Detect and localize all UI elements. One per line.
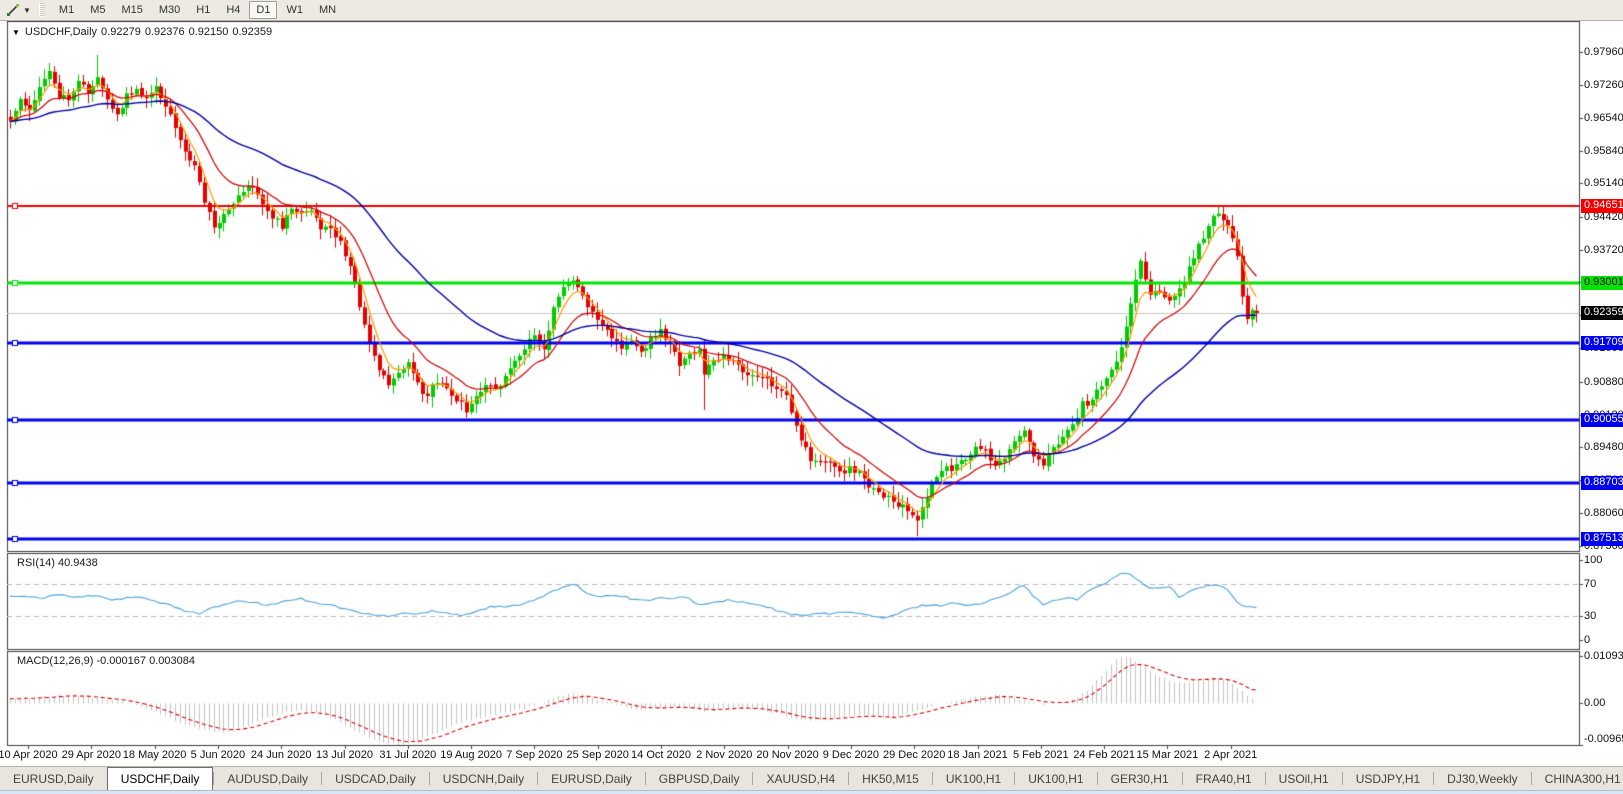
price-tick-label: 0.96540 (1584, 112, 1623, 124)
date-tick-label: 25 Sep 2020 (566, 749, 628, 761)
tab-usdcnh-daily[interactable]: USDCNH,Daily (430, 767, 537, 790)
timeframe-toolbar: ▼ M1M5M15M30H1H4D1W1MN (0, 0, 1623, 21)
macd-tick-label: -0.009653 (1584, 733, 1623, 745)
timeframe-button-mn[interactable]: MN (312, 1, 343, 19)
date-tick-label: 18 May 2020 (123, 749, 187, 761)
tab-usdcad-daily[interactable]: USDCAD,Daily (322, 767, 429, 790)
date-tick-label: 29 Apr 2020 (62, 749, 121, 761)
timeframe-button-w1[interactable]: W1 (279, 1, 310, 19)
price-tick-label: 0.89480 (1584, 441, 1623, 453)
mt4-terminal-window: ▼ M1M5M15M30H1H4D1W1MN ▼ USDCHF,Daily 0.92… (0, 0, 1623, 794)
tab-dj30-weekly[interactable]: DJ30,Weekly (1434, 767, 1530, 790)
price-tick-label: 0.97960 (1584, 46, 1623, 58)
timeframe-button-m30[interactable]: M30 (152, 1, 187, 19)
macd-tick-label: 0.00 (1584, 697, 1605, 709)
ohlc-close: 0.92359 (232, 26, 272, 38)
ohlc-low: 0.92150 (189, 26, 229, 38)
timeframe-button-m1[interactable]: M1 (52, 1, 81, 19)
symbol-tab-bar: EURUSD,DailyUSDCHF,DailyAUDUSD,DailyUSDC… (0, 766, 1623, 790)
timeframe-buttons: M1M5M15M30H1H4D1W1MN (51, 1, 344, 19)
date-tick-label: 7 Sep 2020 (506, 749, 562, 761)
tab-uk100-h1[interactable]: UK100,H1 (933, 767, 1014, 790)
price-chart-canvas[interactable] (0, 21, 1623, 765)
price-tick-label: 0.90880 (1584, 376, 1623, 388)
timeframe-button-d1[interactable]: D1 (249, 1, 277, 19)
tab-usdjpy-h1[interactable]: USDJPY,H1 (1343, 767, 1433, 790)
collapse-triangle-icon[interactable]: ▼ (12, 28, 20, 37)
tab-china300-h1[interactable]: CHINA300,H1 (1532, 767, 1623, 790)
date-tick-label: 29 Dec 2020 (883, 749, 945, 761)
rsi-label: RSI(14) 40.9438 (17, 557, 98, 569)
price-tick-label: 0.93720 (1584, 244, 1623, 256)
date-tick-label: 10 Apr 2020 (0, 749, 58, 761)
date-tick-label: 24 Jun 2020 (251, 749, 312, 761)
timeframe-button-m5[interactable]: M5 (83, 1, 112, 19)
chart-header: ▼ USDCHF,Daily 0.92279 0.92376 0.921500.9235… (12, 26, 276, 38)
date-tick-label: 19 Aug 2020 (440, 749, 502, 761)
hline-price-badge: 0.90055 (1581, 413, 1623, 427)
timeframe-button-h4[interactable]: H4 (219, 1, 247, 19)
tab-fra40-h1[interactable]: FRA40,H1 (1183, 767, 1265, 790)
price-tick-label: 0.95840 (1584, 145, 1623, 157)
date-tick-label: 13 Jul 2020 (316, 749, 373, 761)
rsi-tick-label: 30 (1584, 610, 1596, 622)
date-tick-label: 2 Apr 2021 (1204, 749, 1257, 761)
macd-tick-label: 0.010933 (1584, 650, 1623, 662)
hline-price-badge: 0.87513 (1581, 532, 1623, 546)
rsi-tick-label: 0 (1584, 634, 1590, 646)
date-tick-label: 15 Mar 2021 (1137, 749, 1199, 761)
date-tick-label: 5 Feb 2021 (1013, 749, 1069, 761)
date-tick-label: 24 Feb 2021 (1073, 749, 1135, 761)
hline-price-badge: 0.88703 (1581, 476, 1623, 490)
tab-gbpusd-daily[interactable]: GBPUSD,Daily (646, 767, 753, 790)
price-tick-label: 0.95140 (1584, 177, 1623, 189)
hline-price-badge: 0.93001 (1581, 276, 1623, 290)
tab-xauusd-h4[interactable]: XAUUSD,H4 (753, 767, 848, 790)
price-tick-label: 0.88060 (1584, 507, 1623, 519)
symbol-tabs: EURUSD,DailyUSDCHF,DailyAUDUSD,DailyUSDC… (0, 767, 1623, 790)
tab-eurusd-daily[interactable]: EURUSD,Daily (538, 767, 645, 790)
ohlc-open: 0.92279 (101, 26, 141, 38)
date-tick-label: 18 Jan 2021 (947, 749, 1008, 761)
rsi-tick-label: 100 (1584, 554, 1602, 566)
tab-usoil-h1[interactable]: USOil,H1 (1266, 767, 1342, 790)
date-tick-label: 20 Nov 2020 (756, 749, 818, 761)
indicators-draw-icon[interactable] (4, 2, 22, 18)
date-tick-label: 14 Oct 2020 (631, 749, 691, 761)
timeframe-button-m15[interactable]: M15 (114, 1, 149, 19)
hline-price-badge: 0.94651 (1581, 199, 1623, 213)
price-tick-label: 0.97260 (1584, 79, 1623, 91)
date-tick-label: 31 Jul 2020 (379, 749, 436, 761)
chart-symbol: USDCHF,Daily (25, 26, 97, 38)
tab-audusd-daily[interactable]: AUDUSD,Daily (214, 767, 321, 790)
toolbar-grip-handle[interactable] (39, 3, 45, 17)
tab-hk50-m15[interactable]: HK50,M15 (849, 767, 932, 790)
date-tick-label: 5 Jun 2020 (191, 749, 245, 761)
tab-uk100-h1[interactable]: UK100,H1 (1015, 767, 1096, 790)
date-tick-label: 2 Nov 2020 (696, 749, 752, 761)
macd-label: MACD(12,26,9) -0.000167 0.003084 (17, 655, 195, 667)
toolbar-dropdown-caret[interactable]: ▼ (23, 6, 31, 15)
timeframe-button-h1[interactable]: H1 (189, 1, 217, 19)
tab-usdchf-daily[interactable]: USDCHF,Daily (107, 767, 214, 790)
current-price-badge: 0.92359 (1581, 306, 1623, 320)
date-tick-label: 9 Dec 2020 (823, 749, 879, 761)
chart-region: ▼USDCHF,Daily0.922790.923760.921500.9235… (0, 21, 1623, 765)
hline-price-badge: 0.91709 (1581, 336, 1623, 350)
tab-eurusd-daily[interactable]: EURUSD,Daily (0, 767, 107, 790)
status-strip (0, 790, 1623, 794)
ohlc-high: 0.92376 (145, 26, 185, 38)
rsi-tick-label: 70 (1584, 578, 1596, 590)
tab-ger30-h1[interactable]: GER30,H1 (1098, 767, 1182, 790)
